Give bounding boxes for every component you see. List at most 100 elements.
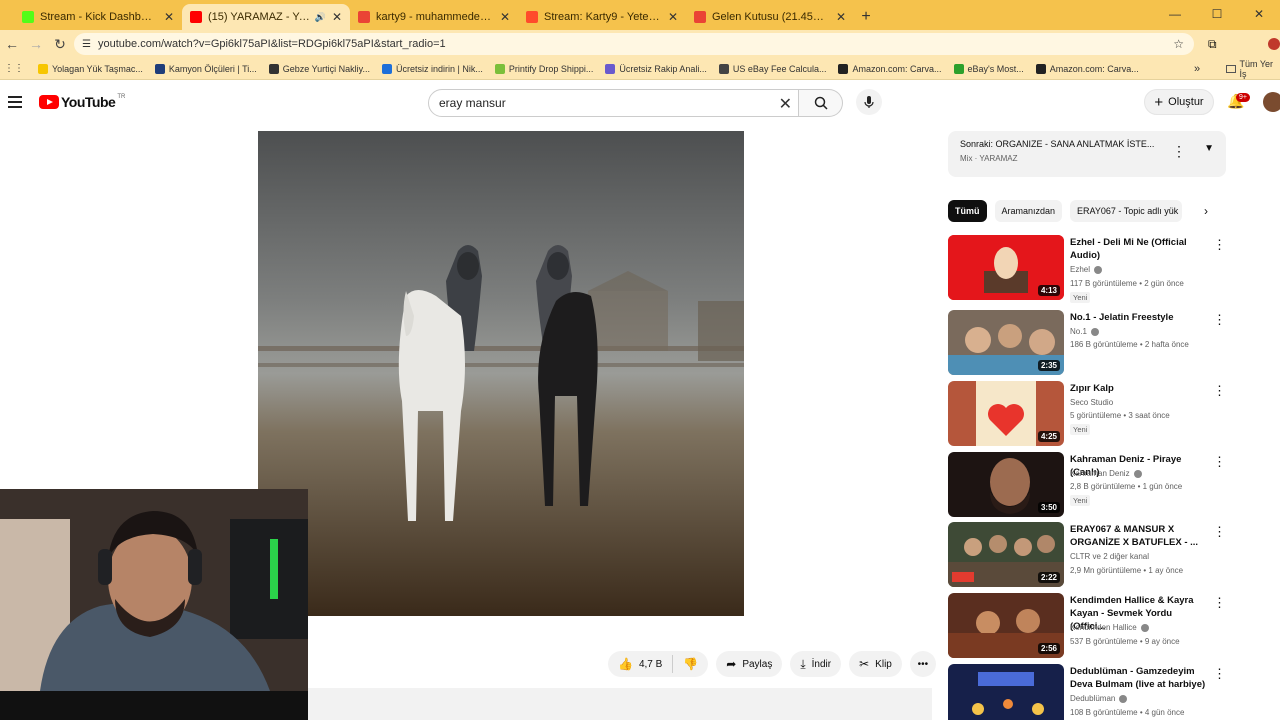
more-vert-icon[interactable]: ⋮ [1213,666,1226,682]
more-vert-icon[interactable]: ⋮ [1213,383,1226,399]
bookmark-item[interactable]: Yolagan Yük Taşmac... [38,63,143,74]
list-item[interactable]: 4:13 Ezhel - Deli Mi Ne (Official Audio)… [948,235,1228,303]
thumbnail-image [948,664,1064,720]
more-vert-icon[interactable]: ⋮ [1213,595,1226,611]
chip-topic[interactable]: ERAY067 - Topic adlı yük [1070,200,1183,222]
bookmark-item[interactable]: US eBay Fee Calcula... [718,63,826,74]
close-icon[interactable]: ✕ [332,10,342,24]
list-item[interactable]: 2:22 ERAY067 & MANSUR X ORGANİZE X BATUF… [948,522,1228,588]
clear-icon[interactable]: ✕ [779,94,792,114]
gmail-icon [358,11,370,23]
tab-title: Stream: Karty9 - Yeter YALANDA [544,11,662,23]
browser-tab-bar: Stream - Kick Dashboard ✕ (15) YARAMAZ -… [0,0,1280,30]
bookmark-item[interactable]: Amazon.com: Carva... [1035,63,1139,74]
playlist-up-next[interactable]: Sonraki: ORGANIZE - SANA ANLATMAK İSTE..… [948,131,1226,177]
video-thumbnail[interactable] [948,664,1064,720]
close-window-icon[interactable]: ✕ [1238,0,1280,30]
channel-name: CLTR ve 2 diğer kanal [1070,552,1149,561]
video-thumbnail[interactable]: 4:25 [948,381,1064,446]
bookmark-item[interactable]: Kamyon Ölçüleri | Ti... [154,63,257,74]
create-button[interactable]: + Oluştur [1144,89,1214,115]
bookmark-item[interactable]: Amazon.com: Carva... [838,63,942,74]
download-icon: ⤓ [800,656,806,671]
browser-tab-stream[interactable]: Stream: Karty9 - Yeter YALANDA ✕ [518,4,686,30]
video-thumbnail[interactable]: 2:22 [948,522,1064,587]
close-icon[interactable]: ✕ [836,10,846,24]
tab-title: (15) YARAMAZ - YouTube [208,11,311,23]
bookmark-item[interactable]: Gebze Yurtiçi Nakliy... [268,63,370,74]
maximize-icon[interactable]: ☐ [1196,0,1238,30]
description-box[interactable] [308,688,932,720]
bookmarks-more[interactable]: » [1194,63,1200,75]
profile-icon[interactable] [1268,38,1280,50]
more-actions-button[interactable]: ••• [909,651,936,677]
close-icon[interactable]: ✕ [164,10,174,24]
scissors-icon: ✂ [859,657,870,671]
close-icon[interactable]: ✕ [668,10,678,24]
apps-icon[interactable]: ⋮⋮ [4,63,24,74]
like-button[interactable]: 👍 4,7 B [608,655,674,673]
more-vert-icon[interactable]: ⋮ [1172,143,1186,160]
menu-icon[interactable] [8,96,22,108]
avatar[interactable] [1263,92,1280,112]
search-button[interactable] [799,89,843,117]
minimize-icon[interactable]: — [1154,0,1196,30]
list-item[interactable]: 3:50 Kahraman Deniz - Piraye (Canlı) Kah… [948,452,1228,518]
mic-icon [864,96,874,108]
speaker-icon[interactable]: 🔊 [315,12,326,23]
video-thumbnail[interactable]: 4:13 [948,235,1064,300]
browser-tab-youtube[interactable]: (15) YARAMAZ - YouTube 🔊 ✕ [182,4,350,30]
list-item[interactable]: 2:56 Kendimden Hallice & Kayra Kayan - S… [948,593,1228,659]
browser-tab-inbox[interactable]: Gelen Kutusu (21.455) - muham ✕ [686,4,854,30]
video-thumbnail[interactable]: 2:56 [948,593,1064,658]
list-item[interactable]: 2:35 No.1 - Jelatin Freestyle No.1 186 B… [948,310,1228,376]
list-item[interactable]: 4:25 Zıpır Kalp Seco Studio 5 görüntülem… [948,381,1228,447]
amazon-icon [838,63,849,74]
download-button[interactable]: ⤓ İndir [790,651,842,677]
channel-name: No.1 [1070,327,1099,336]
back-icon[interactable]: ← [0,36,24,52]
video-thumbnail[interactable]: 2:35 [948,310,1064,375]
clip-button[interactable]: ✂ Klip [849,651,902,677]
browser-tab-gmail[interactable]: karty9 - muhammedercann@g ✕ [350,4,518,30]
bookmark-item[interactable]: Printify Drop Shippi... [494,63,593,74]
site-info-icon[interactable]: ☰ [82,39,91,50]
video-meta: 5 görüntüleme • 3 saat önce [1070,411,1170,420]
dislike-button[interactable]: 👎 [673,657,708,671]
star-icon[interactable]: ☆ [1173,37,1184,51]
url-field[interactable]: ☰ youtube.com/watch?v=Gpi6kl75aPI&list=R… [74,33,1194,55]
verified-icon [1140,623,1149,632]
search-input[interactable]: eray mansur ✕ [428,89,799,117]
bookmark-item[interactable]: Ücretsiz indirin | Nik... [381,63,483,74]
video-title: No.1 - Jelatin Freestyle [1070,312,1174,323]
more-vert-icon[interactable]: ⋮ [1213,454,1226,470]
video-player[interactable] [258,131,744,616]
bookmark-item[interactable]: eBay's Most... [953,63,1024,74]
more-vert-icon[interactable]: ⋮ [1213,237,1226,253]
forward-icon[interactable]: → [24,36,48,52]
video-title: Ezhel - Deli Mi Ne (Official Audio) [1070,237,1187,261]
youtube-logo[interactable]: YouTube TR [39,94,125,110]
chip-from-search[interactable]: Aramanızdan [994,200,1063,222]
share-button[interactable]: ➦ Paylaş [716,651,783,677]
bookmark-item[interactable]: Ücretsiz Rakip Anali... [605,63,707,74]
all-bookmarks[interactable]: Tüm Yer İş [1226,59,1280,79]
chevron-right-icon[interactable]: › [1204,204,1208,218]
browser-tab-kick[interactable]: Stream - Kick Dashboard ✕ [14,4,182,30]
reload-icon[interactable]: ↻ [48,36,72,53]
extensions-icon[interactable]: ⧉ [1208,37,1217,52]
more-vert-icon[interactable]: ⋮ [1213,312,1226,328]
webcam-bottom-bar [0,691,308,720]
new-tab-button[interactable]: + [854,4,878,30]
bookmark-icon [381,63,392,74]
list-item[interactable]: Dedublüman - Gamzedeyim Deva Bulmam (liv… [948,664,1228,720]
mic-button[interactable] [856,89,882,115]
chip-all[interactable]: Tümü [948,200,987,222]
more-vert-icon[interactable]: ⋮ [1213,524,1226,540]
clip-label: Klip [875,658,892,670]
address-bar: ← → ↻ ☰ youtube.com/watch?v=Gpi6kl75aPI&… [0,30,1280,58]
close-icon[interactable]: ✕ [500,10,510,24]
chevron-down-icon[interactable]: ▼ [1204,143,1214,154]
duration-badge: 4:25 [1037,431,1060,442]
video-thumbnail[interactable]: 3:50 [948,452,1064,517]
